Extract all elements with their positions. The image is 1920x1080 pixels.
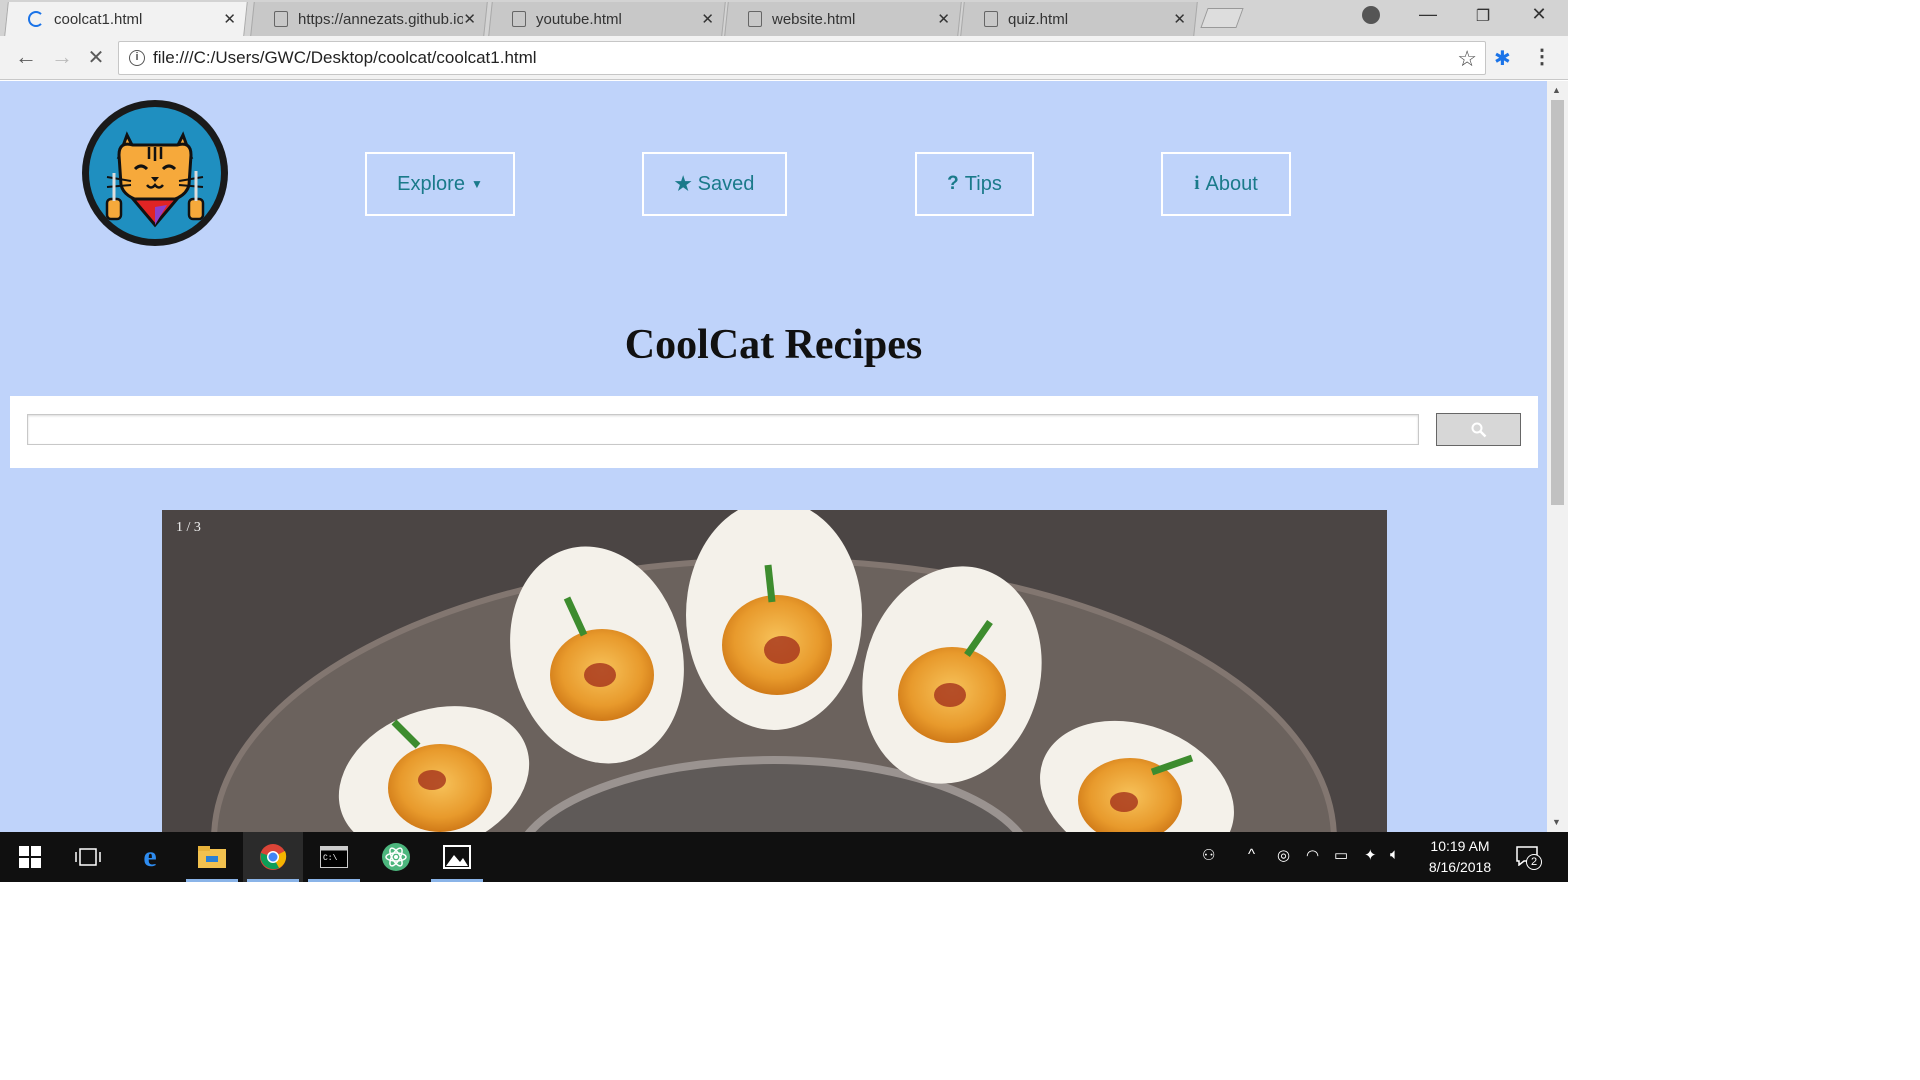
scroll-down-icon[interactable]: ▼: [1552, 817, 1561, 827]
address-bar[interactable]: i file:///C:/Users/GWC/Desktop/coolcat/c…: [118, 41, 1486, 75]
search-panel: [10, 396, 1538, 468]
action-center-icon[interactable]: 2: [1516, 846, 1542, 870]
page-scrollbar[interactable]: ▲ ▼: [1547, 81, 1568, 832]
browser-tab[interactable]: website.html ✕: [724, 2, 962, 36]
close-tab-icon[interactable]: ✕: [701, 10, 714, 28]
browser-tab[interactable]: youtube.html ✕: [488, 2, 726, 36]
atom-editor-icon[interactable]: [366, 832, 426, 882]
page-viewport: Explore ▼ ★ Saved ? Tips i About CoolCat…: [0, 81, 1547, 832]
page-icon: [512, 11, 526, 27]
system-clock[interactable]: 10:19 AM 8/16/2018: [1410, 836, 1510, 878]
people-icon[interactable]: ⚇: [1202, 846, 1215, 864]
page-icon: [984, 11, 998, 27]
question-icon: ?: [947, 173, 959, 194]
saved-label: Saved: [697, 172, 755, 195]
recipe-slideshow[interactable]: 1 / 3: [162, 510, 1387, 832]
close-window-icon[interactable]: ✕: [1516, 4, 1562, 25]
dropbox-icon[interactable]: ✦: [1364, 846, 1377, 864]
tab-title: youtube.html: [536, 10, 622, 28]
search-button[interactable]: [1436, 413, 1521, 446]
browser-tab[interactable]: coolcat1.html ✕: [4, 2, 248, 36]
close-tab-icon[interactable]: ✕: [1173, 10, 1186, 28]
volume-icon[interactable]: 🔈︎: [1390, 846, 1399, 863]
tab-title: https://annezats.github.io: [298, 10, 463, 28]
info-icon: i: [1194, 173, 1200, 194]
loading-spinner-icon: [28, 11, 44, 27]
new-tab-button[interactable]: [1200, 8, 1244, 28]
svg-text:C:\: C:\: [323, 854, 338, 863]
page-icon: [748, 11, 762, 27]
back-arrow-icon[interactable]: ←: [12, 44, 40, 70]
close-tab-icon[interactable]: ✕: [223, 10, 236, 28]
search-input[interactable]: [27, 414, 1419, 445]
clock-time: 10:19 AM: [1430, 838, 1490, 854]
forward-arrow-icon[interactable]: →: [48, 44, 76, 70]
photos-icon[interactable]: [427, 832, 487, 882]
info-icon[interactable]: i: [129, 50, 145, 66]
windows-start-icon[interactable]: [0, 832, 60, 882]
explore-dropdown-button[interactable]: Explore ▼: [365, 152, 515, 216]
tips-label: Tips: [964, 172, 1002, 195]
page-icon: [274, 11, 288, 27]
tab-strip: coolcat1.html ✕ https://annezats.github.…: [0, 0, 1568, 36]
notification-count-badge: 2: [1526, 854, 1542, 870]
caret-down-icon: ▼: [470, 177, 483, 191]
edge-browser-icon[interactable]: e: [120, 832, 180, 882]
minimize-icon[interactable]: —: [1405, 4, 1451, 25]
menu-dots-icon[interactable]: ⋮: [1532, 44, 1552, 69]
restore-icon[interactable]: ❐: [1460, 6, 1506, 26]
about-label: About: [1205, 172, 1258, 195]
saved-button[interactable]: ★ Saved: [642, 152, 787, 216]
cat-icon: [105, 131, 205, 228]
windows-taskbar: e C:\ ⚇ ^ ◎ ◠ ▭ ✦ 🔈︎ 10:19 AM 8/16/2018 …: [0, 832, 1568, 882]
url-text[interactable]: file:///C:/Users/GWC/Desktop/coolcat/coo…: [153, 48, 537, 68]
explore-label: Explore: [397, 172, 465, 195]
show-hidden-icons[interactable]: ^: [1248, 846, 1255, 863]
chrome-icon[interactable]: [243, 832, 303, 882]
close-tab-icon[interactable]: ✕: [463, 10, 476, 28]
coolcat-logo[interactable]: [82, 100, 228, 246]
about-button[interactable]: i About: [1161, 152, 1291, 216]
command-prompt-icon[interactable]: C:\: [304, 832, 364, 882]
wifi-icon[interactable]: ◠: [1306, 846, 1319, 864]
browser-tab[interactable]: quiz.html ✕: [960, 2, 1198, 36]
page-title: CoolCat Recipes: [624, 322, 923, 368]
tab-title: coolcat1.html: [54, 10, 143, 28]
sync-icon[interactable]: ◎: [1277, 846, 1290, 864]
profile-icon[interactable]: [1362, 6, 1380, 24]
clock-date: 8/16/2018: [1428, 859, 1492, 875]
battery-icon[interactable]: ▭: [1334, 846, 1348, 864]
browser-tab[interactable]: https://annezats.github.io ✕: [250, 2, 488, 36]
file-explorer-icon[interactable]: [182, 832, 242, 882]
tab-title: website.html: [772, 10, 856, 28]
search-icon: [1471, 422, 1486, 437]
star-icon: ★: [674, 173, 692, 195]
scroll-up-icon[interactable]: ▲: [1552, 85, 1561, 95]
close-tab-icon[interactable]: ✕: [937, 10, 950, 28]
deviled-eggs-image: [162, 510, 1387, 832]
slide-counter: 1 / 3: [176, 520, 201, 535]
stop-loading-icon[interactable]: ✕: [82, 45, 110, 70]
tab-title: quiz.html: [1008, 10, 1069, 28]
tips-button[interactable]: ? Tips: [915, 152, 1034, 216]
browser-toolbar: ← → ✕ i file:///C:/Users/GWC/Desktop/coo…: [0, 36, 1568, 80]
task-view-icon[interactable]: [58, 832, 118, 882]
bookmark-star-icon[interactable]: ☆: [1457, 46, 1477, 72]
scrollbar-thumb[interactable]: [1551, 100, 1564, 505]
extension-icon[interactable]: ✱: [1494, 46, 1511, 71]
